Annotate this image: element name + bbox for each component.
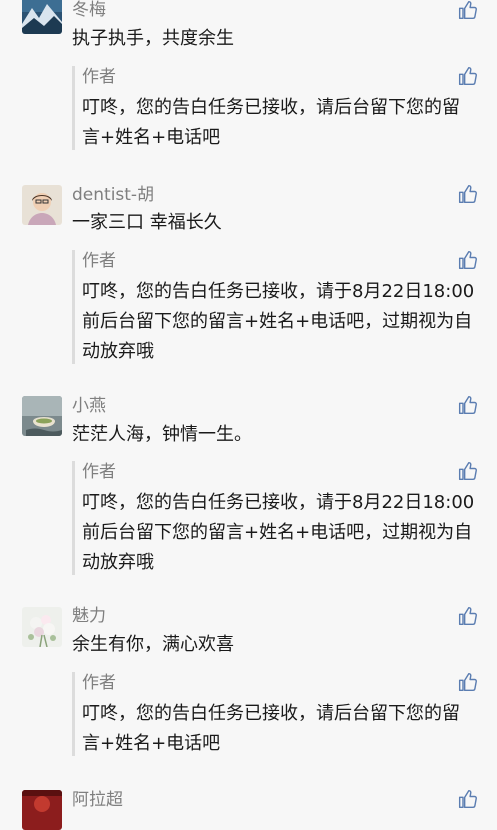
comment-text: 余生有你，满心欢喜 xyxy=(72,634,234,655)
flowers-avatar-icon[interactable] xyxy=(22,607,62,647)
comment-text: 茫茫人海，钟情一生。 xyxy=(72,424,252,445)
teacup-avatar-icon[interactable] xyxy=(22,396,62,436)
reply-text: 叮咚，您的告白任务已接收，请后台留下您的留言+姓名+电话吧 xyxy=(82,97,460,148)
author-reply: 作者 叮咚，您的告白任务已接收，请后台留下您的留言+姓名+电话吧 xyxy=(72,672,485,756)
thumbs-up-icon[interactable] xyxy=(458,250,478,270)
reply-text: 叮咚，您的告白任务已接收，请于8月22日18:00前后台留下您的留言+姓名+电话… xyxy=(82,281,475,362)
reply-author-label: 作者 xyxy=(82,67,116,87)
reply-author-label: 作者 xyxy=(82,673,116,693)
author-reply: 作者 叮咚，您的告白任务已接收，请于8月22日18:00前后台留下您的留言+姓名… xyxy=(72,461,485,575)
reply-author-label: 作者 xyxy=(82,462,116,482)
thumbs-up-icon[interactable] xyxy=(458,66,478,86)
comment-feed: 冬梅 执子执手，共度余生 作者 叮咚，您的告白任务已接收，请后台留下您的留言+姓… xyxy=(0,0,497,830)
comment-nickname: 魅力 xyxy=(72,606,106,626)
thumbs-up-icon[interactable] xyxy=(458,395,478,415)
comment-text: 执子执手，共度余生 xyxy=(72,28,234,49)
author-reply: 作者 叮咚，您的告白任务已接收，请于8月22日18:00前后台留下您的留言+姓名… xyxy=(72,250,485,364)
thumbs-up-icon[interactable] xyxy=(458,606,478,626)
reply-text: 叮咚，您的告白任务已接收，请后台留下您的留言+姓名+电话吧 xyxy=(82,703,460,754)
thumbs-up-icon[interactable] xyxy=(458,184,478,204)
comment-nickname: dentist-胡 xyxy=(72,185,155,205)
thumbs-up-icon[interactable] xyxy=(458,672,478,692)
portrait-avatar-icon[interactable] xyxy=(22,185,62,225)
thumbs-up-icon[interactable] xyxy=(458,461,478,481)
thumbs-up-icon[interactable] xyxy=(458,789,478,809)
red-avatar-icon[interactable] xyxy=(22,790,62,830)
comment-nickname: 冬梅 xyxy=(72,0,106,20)
author-reply: 作者 叮咚，您的告白任务已接收，请后台留下您的留言+姓名+电话吧 xyxy=(72,66,485,150)
thumbs-up-icon[interactable] xyxy=(458,0,478,20)
comment-text: 一家三口 幸福长久 xyxy=(72,212,222,233)
comment-nickname: 阿拉超 xyxy=(72,790,123,810)
reply-text: 叮咚，您的告白任务已接收，请于8月22日18:00前后台留下您的留言+姓名+电话… xyxy=(82,492,475,573)
reply-author-label: 作者 xyxy=(82,251,116,271)
comment-nickname: 小燕 xyxy=(72,396,106,416)
mountain-landscape-avatar-icon[interactable] xyxy=(22,0,62,34)
